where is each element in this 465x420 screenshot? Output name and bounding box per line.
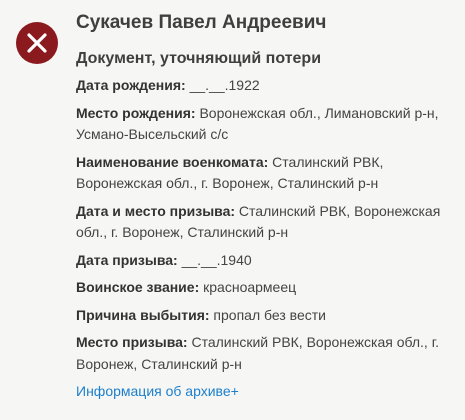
field-value: красноармеец: [199, 279, 297, 295]
archive-info-link[interactable]: Информация об архиве+: [76, 381, 239, 401]
record-content: Сукачев Павел Андреевич Документ, уточня…: [76, 11, 458, 401]
person-name: Сукачев Павел Андреевич: [76, 12, 327, 33]
field-value: __.__.1922: [185, 77, 260, 93]
field-draft-place: Место призыва: Сталинский РВК, Воронежск…: [76, 332, 458, 375]
field-birth-place: Место рождения: Воронежская обл., Лимано…: [76, 103, 458, 146]
field-commissariat: Наименование военкомата: Сталинский РВК,…: [76, 152, 458, 195]
status-badge: [16, 22, 58, 64]
field-value: __.__.1940: [177, 251, 252, 268]
field-loss-reason: Причина выбытия: пропал без вести: [76, 305, 458, 327]
field-rank: Воинское звание: красноармеец: [76, 277, 458, 299]
field-value: пропал без вести: [209, 306, 326, 323]
field-label: Дата рождения:: [76, 77, 186, 93]
close-icon: [27, 33, 47, 53]
field-label: Место призыва:: [76, 334, 188, 350]
field-label: Причина выбытия:: [76, 306, 210, 323]
field-label: Наименование военкомата:: [76, 153, 269, 170]
field-label: Дата и место призыва:: [76, 202, 236, 219]
field-label: Дата призыва:: [76, 251, 178, 268]
field-label: Место рождения:: [76, 104, 196, 121]
document-type: Документ, уточняющий потери: [76, 50, 322, 67]
record-card: Сукачев Павел Андреевич Документ, уточня…: [0, 0, 465, 420]
field-birth-date: Дата рождения: __.__.1922: [76, 75, 458, 97]
field-draft-date-place: Дата и место призыва: Сталинский РВК, Во…: [76, 201, 458, 244]
field-draft-date: Дата призыва: __.__.1940: [76, 250, 458, 272]
record-fields: Дата рождения: __.__.1922 Место рождения…: [76, 75, 458, 375]
field-label: Воинское звание:: [76, 279, 200, 295]
